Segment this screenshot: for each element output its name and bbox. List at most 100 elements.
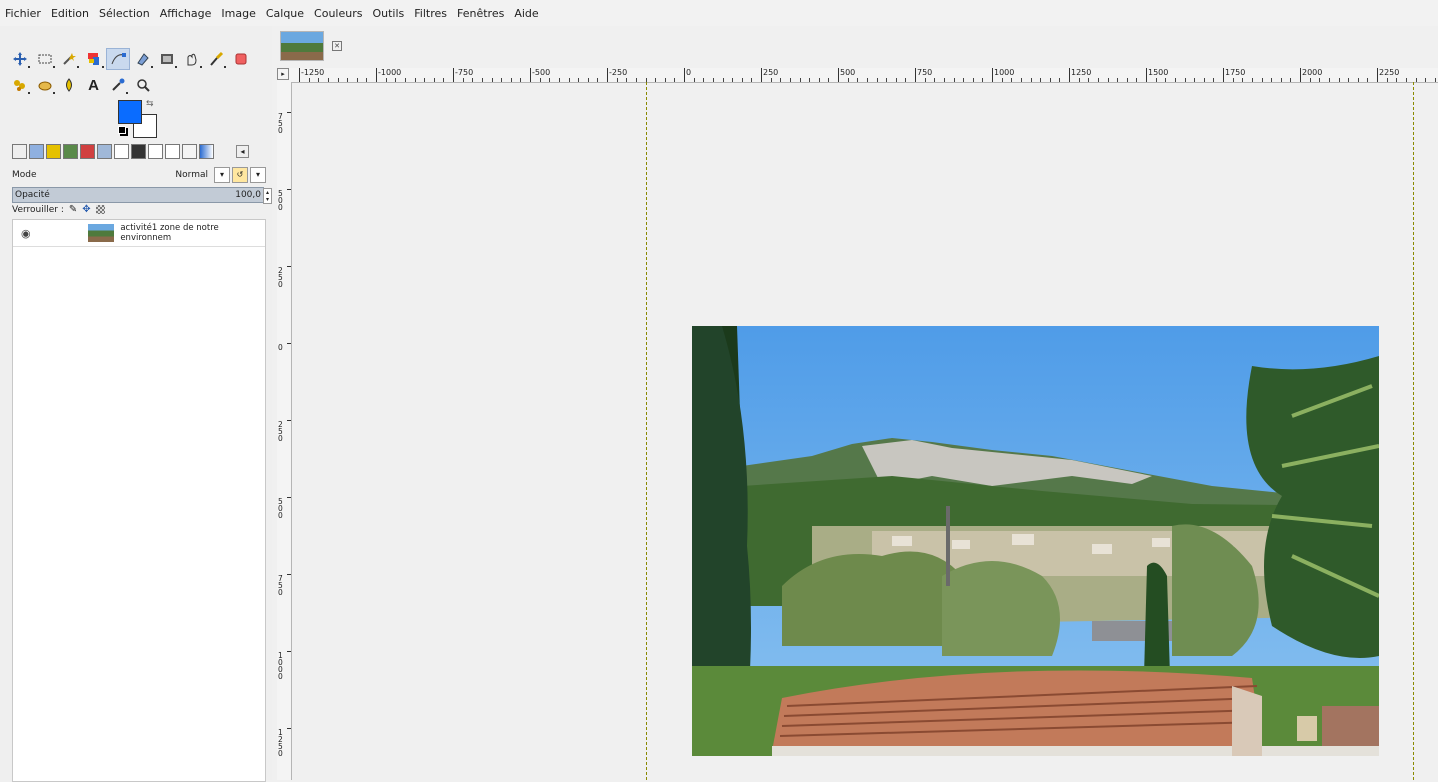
ruler-h-minor-tick — [664, 78, 666, 82]
dodge-icon[interactable] — [57, 74, 81, 96]
move-icon[interactable] — [8, 48, 32, 70]
layer-mode-row: Mode Normal ▾ ↺ ▾ — [12, 166, 266, 184]
color-picker-icon[interactable] — [106, 74, 130, 96]
paint-select-icon[interactable] — [131, 48, 155, 70]
menu-fenetres[interactable]: Fenêtres — [452, 7, 509, 20]
ruler-h-tick-line — [453, 68, 454, 82]
ruler-h-tick-line — [761, 68, 762, 82]
align-icon[interactable] — [33, 74, 57, 96]
quickmask-toggle-icon[interactable]: ▸ — [277, 68, 289, 80]
ruler-h-tick-label: -500 — [532, 68, 551, 77]
tool-options-tab-icon[interactable] — [12, 144, 27, 159]
foreground-color-swatch[interactable] — [118, 100, 142, 124]
ruler-h-minor-tick — [1165, 78, 1167, 82]
brushes-tab-icon[interactable] — [80, 144, 95, 159]
menu-selection[interactable]: Sélection — [94, 7, 155, 20]
composite-dropdown-icon[interactable]: ▾ — [250, 167, 266, 183]
ruler-h-minor-tick — [308, 78, 310, 82]
ruler-h-minor-tick — [481, 78, 483, 82]
gradient-tab-icon[interactable] — [199, 144, 214, 159]
clone-icon[interactable] — [8, 74, 32, 96]
undo-history-tab-icon[interactable] — [46, 144, 61, 159]
lock-position-icon[interactable]: ✥ — [82, 204, 90, 215]
ruler-h-minor-tick — [703, 78, 705, 82]
ruler-h-minor-tick — [337, 78, 339, 82]
menu-bar: Fichier Edition Sélection Affichage Imag… — [0, 0, 1438, 26]
menu-aide[interactable]: Aide — [509, 7, 543, 20]
gradients-tab-icon[interactable] — [114, 144, 129, 159]
ruler-h-minor-tick — [1078, 78, 1080, 82]
lock-alpha-icon[interactable] — [95, 205, 105, 214]
device-status-tab-icon[interactable] — [29, 144, 44, 159]
ruler-h-minor-tick — [943, 78, 945, 82]
ruler-h-minor-tick — [1405, 78, 1407, 82]
fuzzy-select-icon[interactable] — [57, 48, 81, 70]
vertical-ruler[interactable]: 750 500 250 0 250 500 750 1000 1250 — [277, 82, 292, 780]
layers-tab-icon[interactable] — [131, 144, 146, 159]
ruler-h-minor-tick — [799, 78, 801, 82]
menu-fichier[interactable]: Fichier — [0, 7, 46, 20]
ruler-v-tick-line — [287, 651, 291, 652]
opacity-spinner-icon[interactable]: ▴ ▾ — [263, 188, 272, 204]
ruler-h-minor-tick — [1040, 78, 1042, 82]
channels-tab-icon[interactable] — [148, 144, 163, 159]
color-select-icon[interactable] — [82, 48, 106, 70]
close-icon[interactable]: ✕ — [332, 41, 342, 51]
ruler-h-minor-tick — [895, 78, 897, 82]
menu-affichage[interactable]: Affichage — [155, 7, 217, 20]
image-tab-thumbnail[interactable] — [280, 31, 324, 61]
horizontal-ruler[interactable]: -1250 -1000 -750 -500 -250 0 250 500 750 1000 1250… — [277, 68, 1438, 83]
paintbrush-icon[interactable] — [204, 48, 228, 70]
zoom-icon[interactable] — [131, 74, 155, 96]
paths-icon[interactable] — [106, 48, 130, 70]
image-window: ✕ -1250 -1000 -750 -500 -250 0 250 500 750 1000 12… — [272, 26, 1438, 780]
ruler-h-minor-tick — [809, 78, 811, 82]
mode-dropdown-icon[interactable]: ▾ — [214, 167, 230, 183]
ruler-h-minor-tick — [1088, 78, 1090, 82]
swap-colors-icon[interactable]: ⇆ — [146, 99, 154, 109]
color-selector: ⇆ — [118, 99, 163, 140]
ruler-h-minor-tick — [1357, 78, 1359, 82]
smudge-icon[interactable] — [180, 48, 204, 70]
paths-tab-icon[interactable] — [165, 144, 180, 159]
ruler-h-tick-line — [1146, 68, 1147, 82]
menu-edition[interactable]: Edition — [46, 7, 94, 20]
reset-colors-icon[interactable] — [118, 126, 126, 134]
ruler-h-minor-tick — [1117, 78, 1119, 82]
colormap-tab-icon[interactable] — [182, 144, 197, 159]
menu-image[interactable]: Image — [216, 7, 260, 20]
layer-name[interactable]: activité1 zone de notre environnem — [120, 223, 265, 243]
menu-calque[interactable]: Calque — [261, 7, 309, 20]
ruler-h-minor-tick — [693, 78, 695, 82]
ruler-h-minor-tick — [828, 78, 830, 82]
ruler-h-tick-line — [376, 68, 377, 82]
opacity-slider[interactable]: Opacité 100,0 ▴ ▾ — [12, 187, 272, 204]
ruler-h-tick-label: -1000 — [378, 68, 402, 77]
dock-menu-icon[interactable]: ◂ — [236, 145, 249, 158]
menu-filtres[interactable]: Filtres — [409, 7, 452, 20]
ruler-h-tick-line — [838, 68, 839, 82]
toolbox-row-1 — [8, 46, 268, 72]
patterns-tab-icon[interactable] — [97, 144, 112, 159]
opacity-value[interactable]: 100,0 — [235, 190, 263, 200]
ruler-h-minor-tick — [847, 78, 849, 82]
ruler-h-minor-tick — [655, 78, 657, 82]
ruler-h-minor-tick — [366, 78, 368, 82]
ruler-v-tick-line — [287, 343, 291, 344]
eye-icon[interactable]: ◉ — [13, 227, 88, 240]
rect-select-icon[interactable] — [33, 48, 57, 70]
menu-couleurs[interactable]: Couleurs — [309, 7, 367, 20]
eraser-icon[interactable] — [229, 48, 253, 70]
images-tab-icon[interactable] — [63, 144, 78, 159]
ruler-v-tick-line — [287, 189, 291, 190]
mode-value[interactable]: Normal — [175, 170, 208, 180]
ruler-h-minor-tick — [886, 78, 888, 82]
text-icon[interactable]: A — [82, 74, 106, 96]
image-canvas[interactable] — [692, 326, 1379, 756]
lock-pixels-icon[interactable]: ✎ — [69, 204, 77, 215]
mode-reset-icon[interactable]: ↺ — [232, 167, 248, 183]
layer-thumbnail — [87, 224, 115, 242]
heal-icon[interactable] — [155, 48, 179, 70]
layer-row[interactable]: ◉ activité1 zone de notre environnem — [13, 220, 265, 247]
menu-outils[interactable]: Outils — [367, 7, 409, 20]
